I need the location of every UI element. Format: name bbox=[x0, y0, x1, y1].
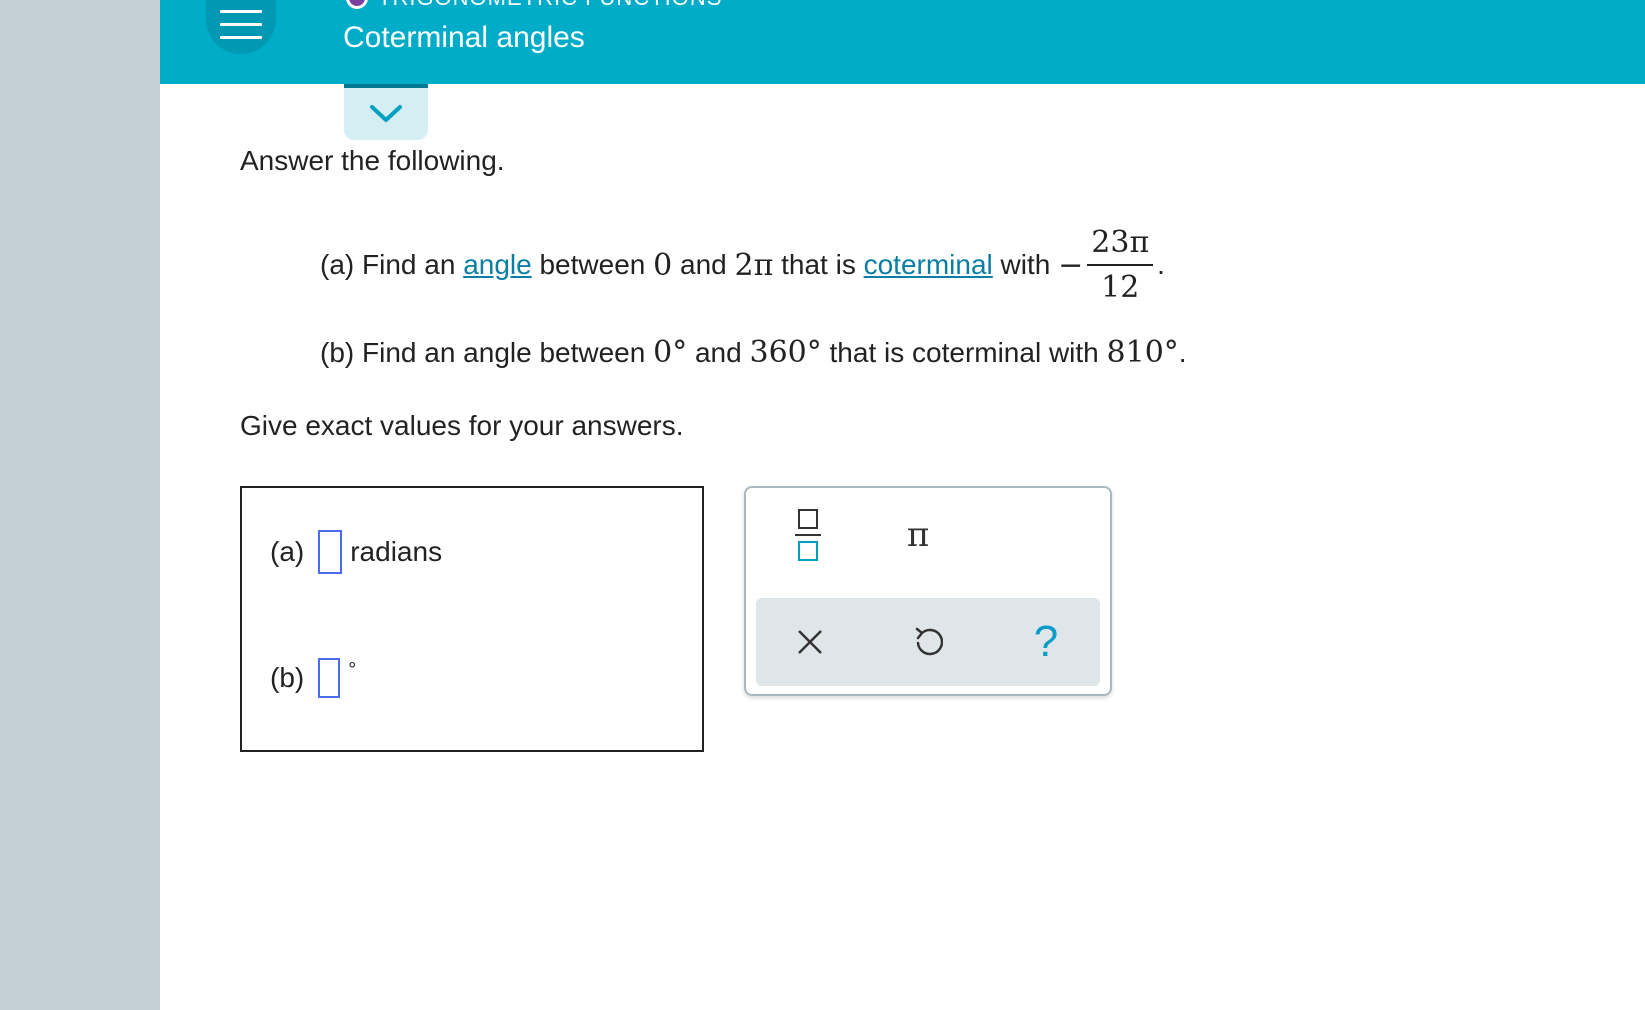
value-810-deg: 810° bbox=[1106, 335, 1179, 370]
instructions-intro: Answer the following. bbox=[240, 145, 505, 176]
value-two-pi: 2π bbox=[734, 247, 774, 283]
answer-row-a: (a) radians bbox=[270, 530, 442, 574]
clear-button[interactable] bbox=[776, 608, 844, 676]
collapse-toggle-button[interactable] bbox=[344, 84, 428, 140]
question-a-text-between: between bbox=[539, 249, 646, 280]
help-icon: ? bbox=[1033, 617, 1059, 666]
fraction-23pi-over-12: 23π 12 bbox=[1087, 225, 1154, 305]
undo-icon bbox=[915, 627, 943, 656]
topic-breadcrumb: TRIGONOMETRIC FUNCTIONS bbox=[346, 0, 722, 10]
fraction-denominator: 12 bbox=[1101, 270, 1140, 305]
value-360-deg: 360° bbox=[749, 335, 822, 370]
close-icon bbox=[798, 630, 822, 654]
help-button[interactable]: ? bbox=[1012, 608, 1080, 676]
fraction-template-icon bbox=[795, 509, 821, 561]
question-a-text-and: and bbox=[680, 249, 727, 280]
value-zero: 0 bbox=[653, 247, 673, 283]
answer-box: (a) radians (b) ° bbox=[240, 486, 704, 752]
question-b: (b) Find an angle between 0° and 360° th… bbox=[320, 335, 1187, 370]
coterminal-link[interactable]: coterminal bbox=[864, 249, 993, 281]
topic-status-dot bbox=[346, 0, 368, 9]
question-a-text-with: with bbox=[1000, 249, 1051, 280]
pi-button[interactable]: π bbox=[886, 502, 950, 568]
answer-a-input[interactable] bbox=[318, 530, 343, 574]
value-0-deg: 0° bbox=[653, 335, 688, 370]
chevron-down-icon bbox=[370, 105, 402, 122]
minus-sign: − bbox=[1058, 247, 1084, 283]
question-b-text-coterminal: that is coterminal with bbox=[829, 337, 1099, 368]
fraction-button[interactable] bbox=[776, 502, 840, 568]
answer-b-unit: ° bbox=[348, 658, 357, 681]
question-b-label: (b) Find an angle between bbox=[320, 337, 646, 368]
question-a-period: . bbox=[1157, 249, 1165, 280]
answer-b-label: (b) bbox=[270, 662, 305, 693]
question-a-text-that-is: that is bbox=[781, 249, 856, 280]
page-title: Coterminal angles bbox=[343, 21, 585, 54]
undo-button[interactable] bbox=[894, 608, 962, 676]
math-toolbox: π ? bbox=[744, 486, 1112, 696]
question-a-label: (a) Find an bbox=[320, 249, 456, 280]
left-rail bbox=[0, 0, 160, 1010]
question-a: (a) Find an angle between 0 and 2π that … bbox=[320, 225, 1165, 305]
pi-symbol-icon: π bbox=[906, 515, 930, 555]
answer-a-unit: radians bbox=[350, 536, 443, 567]
question-b-text-and: and bbox=[694, 337, 742, 368]
fraction-numerator: 23π bbox=[1087, 225, 1154, 266]
question-b-period: . bbox=[1178, 337, 1187, 368]
answer-b-input[interactable] bbox=[318, 658, 341, 698]
hamburger-menu-icon bbox=[220, 10, 262, 40]
angle-link[interactable]: angle bbox=[463, 249, 532, 281]
topic-label: TRIGONOMETRIC FUNCTIONS bbox=[378, 0, 722, 11]
toolbox-action-bar: ? bbox=[756, 598, 1100, 686]
exact-values-note: Give exact values for your answers. bbox=[240, 410, 684, 441]
answer-a-label: (a) bbox=[270, 536, 305, 567]
answer-row-b: (b) ° bbox=[270, 658, 356, 698]
